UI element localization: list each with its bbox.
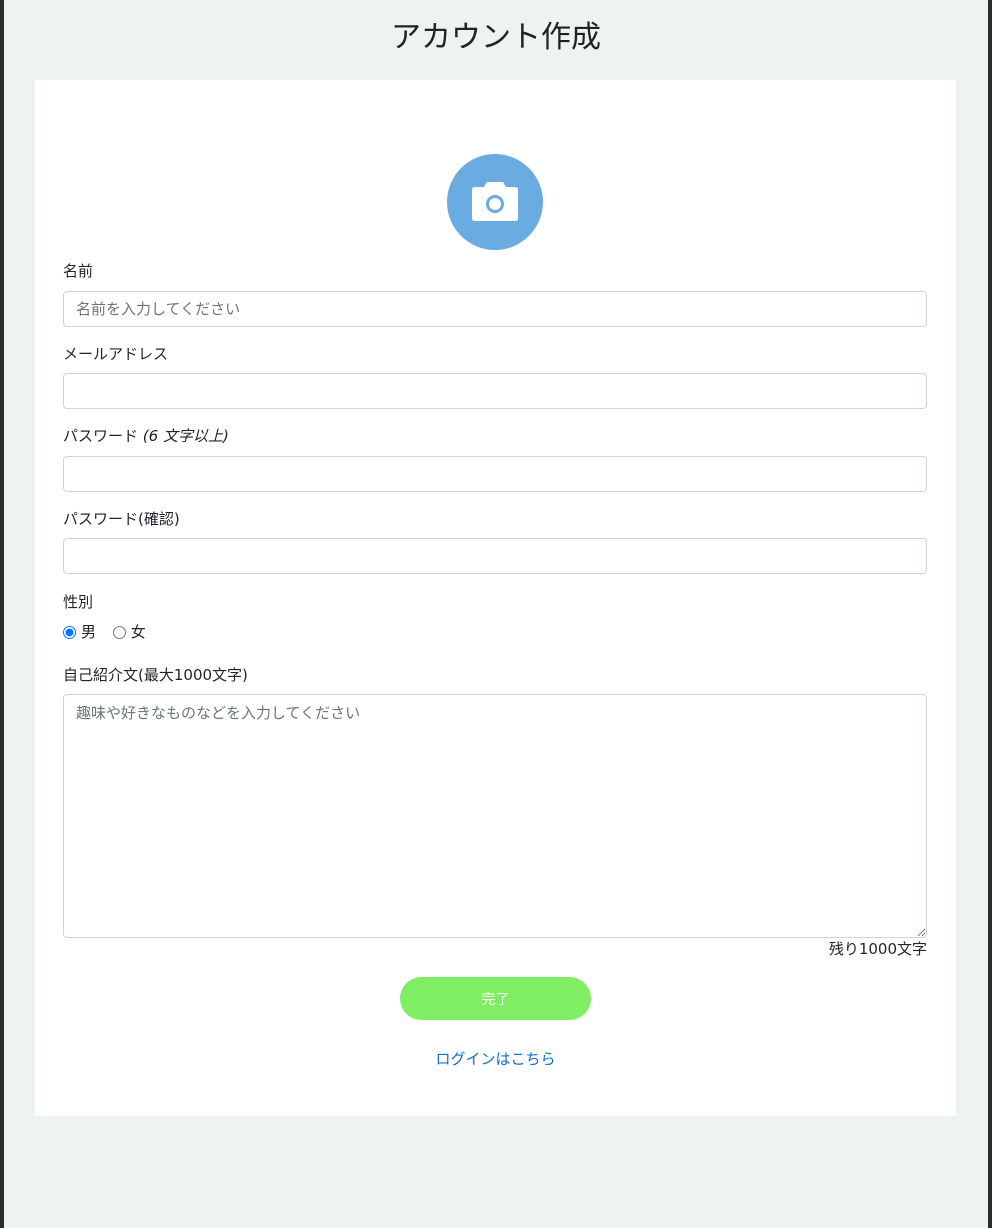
- bio-remaining-count: 残り1000文字: [828, 940, 927, 958]
- password-confirm-label: パスワード(確認): [63, 510, 180, 528]
- password-confirm-input[interactable]: [63, 538, 927, 574]
- bio-textarea[interactable]: [63, 694, 927, 938]
- profile-image-upload-button[interactable]: [447, 154, 543, 250]
- password-label: パスワード: [63, 427, 139, 445]
- login-link[interactable]: ログインはこちら: [35, 1049, 956, 1069]
- gender-radio-male[interactable]: [63, 625, 76, 639]
- bio-label: 自己紹介文(最大1000文字): [63, 666, 248, 684]
- gender-radio-group: 男 女: [63, 622, 158, 642]
- gender-radio-female[interactable]: [112, 625, 126, 639]
- gender-option-female-label: 女: [130, 623, 146, 641]
- name-label: 名前: [63, 262, 94, 280]
- page-title: アカウント作成: [391, 20, 601, 55]
- gender-option-female[interactable]: 女: [112, 622, 146, 642]
- camera-icon: [472, 182, 518, 221]
- password-input[interactable]: [63, 456, 927, 492]
- page-background: アカウント作成 名前 メールアドレス パスワード (6 文字以上) パスワード(…: [4, 0, 988, 1228]
- gender-option-male[interactable]: 男: [63, 622, 96, 642]
- password-hint: (6 文字以上): [142, 427, 229, 445]
- gender-label: 性別: [63, 593, 94, 611]
- name-input[interactable]: [63, 291, 927, 327]
- signup-form-card: 名前 メールアドレス パスワード (6 文字以上) パスワード(確認) 性別 男…: [35, 80, 956, 1116]
- submit-button[interactable]: 完了: [400, 977, 591, 1020]
- password-label-row: パスワード (6 文字以上): [63, 426, 229, 446]
- gender-option-male-label: 男: [81, 623, 97, 641]
- email-label: メールアドレス: [63, 345, 169, 363]
- email-input[interactable]: [63, 373, 927, 409]
